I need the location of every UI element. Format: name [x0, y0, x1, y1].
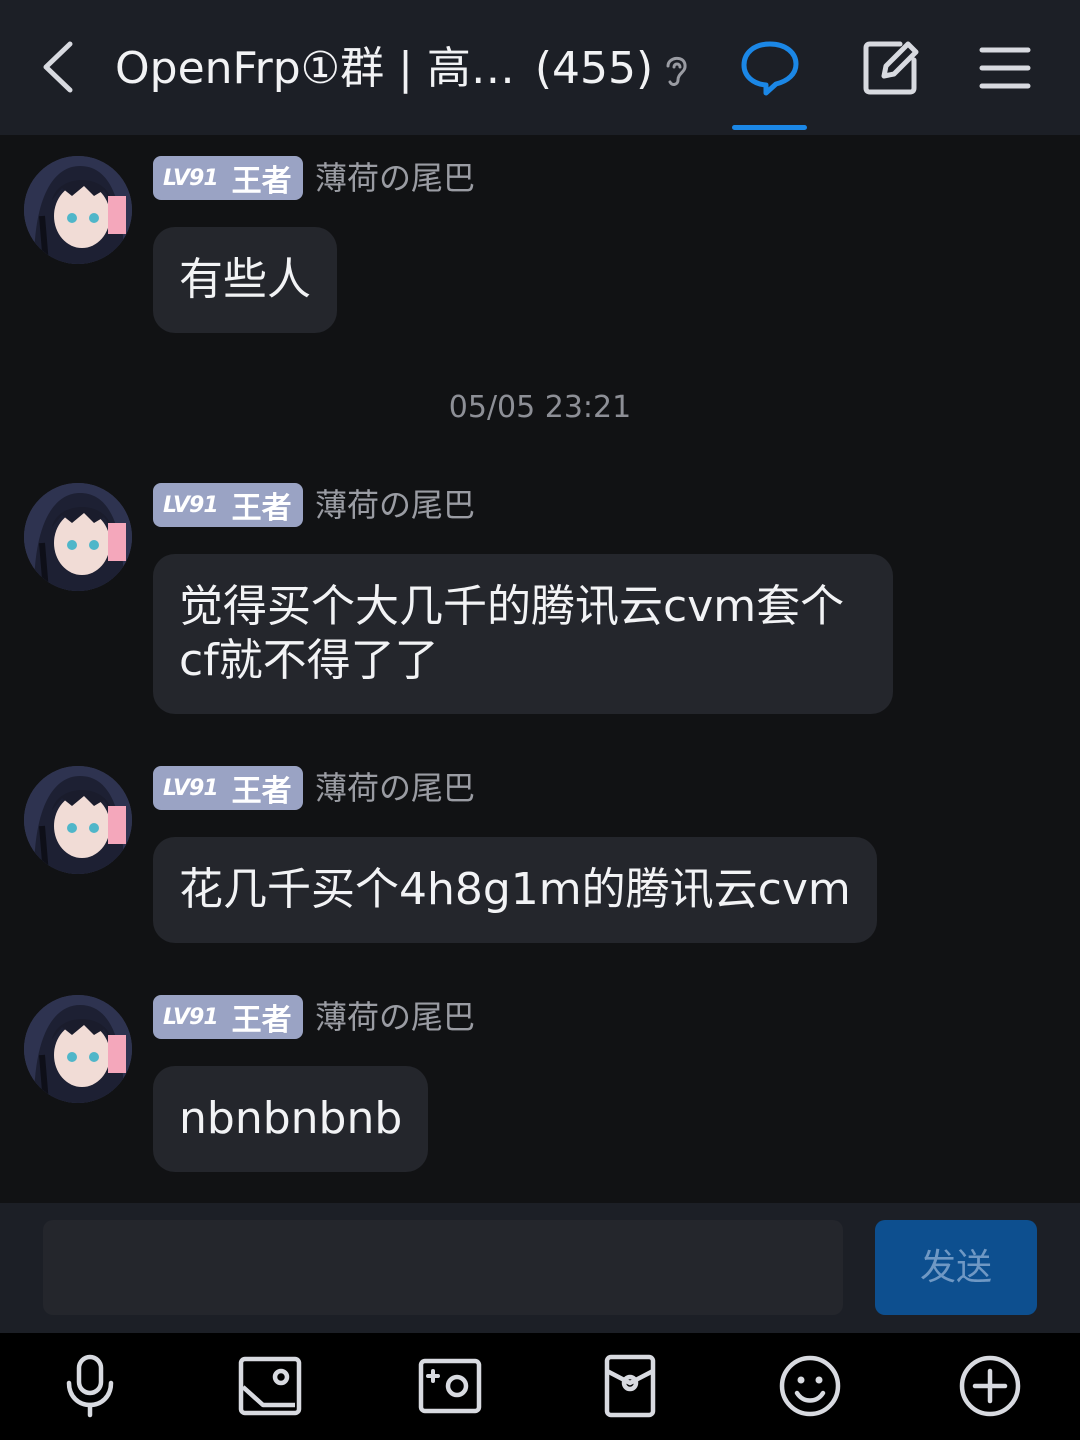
timestamp: 05/05 23:21	[448, 390, 632, 425]
rank-text: 王者	[231, 164, 292, 199]
group-name: OpenFrp①群 | 高…	[115, 43, 515, 94]
active-tab-indicator	[732, 125, 807, 130]
level-badge: LV91 王者	[153, 766, 303, 810]
microphone-icon[interactable]	[57, 1353, 123, 1419]
edit-icon[interactable]	[860, 38, 920, 98]
message-bubble[interactable]: 花几千买个4h8g1m的腾讯云cvm	[153, 837, 877, 943]
level-badge: LV91 王者	[153, 156, 303, 200]
message-bubble[interactable]: 有些人	[153, 227, 337, 333]
sender-name[interactable]: 薄荷の尾巴	[315, 995, 475, 1039]
sender-name[interactable]: 薄荷の尾巴	[315, 483, 475, 527]
avatar[interactable]	[24, 766, 132, 874]
level-text: LV91	[163, 775, 219, 801]
level-badge: LV91 王者	[153, 995, 303, 1039]
message-item: LV91 王者 薄荷の尾巴 花几千买个4h8g1m的腾讯云cvm	[0, 766, 1080, 956]
plus-icon[interactable]	[957, 1353, 1023, 1419]
sender-name[interactable]: 薄荷の尾巴	[315, 766, 475, 810]
group-title[interactable]: OpenFrp①群 | 高… (455)	[115, 36, 655, 102]
menu-icon[interactable]	[978, 44, 1032, 92]
level-text: LV91	[163, 165, 219, 191]
back-icon[interactable]	[30, 34, 90, 100]
avatar[interactable]	[24, 995, 132, 1103]
message-list[interactable]: LV91 王者 薄荷の尾巴 有些人 05/05 23:21 LV91 王者 薄荷…	[0, 135, 1080, 1203]
member-count: (455)	[534, 43, 654, 94]
chat-bubble-icon[interactable]	[738, 38, 802, 98]
bottom-toolbar	[0, 1333, 1080, 1440]
message-item: LV91 王者 薄荷の尾巴 觉得买个大几千的腾讯云cvm套个cf就不得了了	[0, 483, 1080, 723]
send-button[interactable]: 发送	[875, 1220, 1037, 1315]
message-bubble[interactable]: 觉得买个大几千的腾讯云cvm套个cf就不得了了	[153, 554, 893, 714]
level-text: LV91	[163, 1004, 219, 1030]
message-input[interactable]	[43, 1220, 843, 1315]
rank-text: 王者	[231, 491, 292, 526]
message-item: LV91 王者 薄荷の尾巴 nbnbnbnb	[0, 995, 1080, 1185]
sender-name[interactable]: 薄荷の尾巴	[315, 156, 475, 200]
level-badge: LV91 王者	[153, 483, 303, 527]
input-bar: 发送	[0, 1203, 1080, 1333]
level-text: LV91	[163, 492, 219, 518]
ear-icon	[660, 50, 692, 90]
red-packet-icon[interactable]	[597, 1353, 663, 1419]
rank-text: 王者	[231, 1003, 292, 1038]
message-bubble[interactable]: nbnbnbnb	[153, 1066, 429, 1172]
chat-screen: OpenFrp①群 | 高… (455) LV91 王者 薄荷の尾巴 有些人 0…	[0, 0, 1080, 1440]
image-icon[interactable]	[237, 1353, 303, 1419]
rank-text: 王者	[231, 774, 292, 809]
camera-icon[interactable]	[417, 1353, 483, 1419]
top-bar: OpenFrp①群 | 高… (455)	[0, 0, 1080, 135]
avatar[interactable]	[24, 156, 132, 264]
emoji-icon[interactable]	[777, 1353, 843, 1419]
message-item: LV91 王者 薄荷の尾巴 有些人	[0, 135, 1080, 355]
avatar[interactable]	[24, 483, 132, 591]
